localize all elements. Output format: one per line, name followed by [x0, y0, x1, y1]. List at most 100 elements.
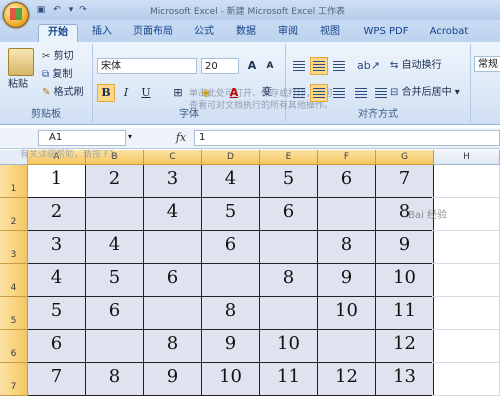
- cell-c2[interactable]: 4: [144, 198, 202, 231]
- cell-b5[interactable]: 6: [86, 297, 144, 330]
- column-header-g[interactable]: G: [376, 150, 434, 165]
- grow-font-button[interactable]: A: [243, 57, 261, 75]
- fill-color-icon[interactable]: ◈: [197, 84, 215, 102]
- decrease-indent-icon[interactable]: [352, 84, 370, 102]
- cell-g1[interactable]: 7: [376, 165, 434, 198]
- row-header-5[interactable]: 5: [0, 297, 28, 330]
- column-header-d[interactable]: D: [202, 150, 260, 165]
- cell-d1[interactable]: 4: [202, 165, 260, 198]
- italic-button[interactable]: I: [117, 84, 135, 102]
- redo-icon[interactable]: ↷: [76, 3, 90, 16]
- row-header-3[interactable]: 3: [0, 231, 28, 264]
- phonetic-button[interactable]: 变: [255, 84, 279, 102]
- formula-input[interactable]: 1: [194, 130, 500, 146]
- tab-page-layout[interactable]: 页面布局: [128, 24, 178, 42]
- tab-insert[interactable]: 插入: [86, 24, 118, 42]
- cell-b3[interactable]: 4: [86, 231, 144, 264]
- tab-view[interactable]: 视图: [314, 24, 346, 42]
- cell-e6[interactable]: 10: [260, 330, 318, 363]
- tab-wps-pdf[interactable]: WPS PDF: [360, 24, 412, 42]
- cell-h4[interactable]: [432, 264, 500, 297]
- cell-h1[interactable]: [432, 165, 500, 198]
- name-box-dropdown-icon[interactable]: ▾: [128, 132, 132, 141]
- align-top-icon[interactable]: [290, 57, 308, 75]
- shrink-font-button[interactable]: A: [261, 57, 279, 75]
- cell-a2[interactable]: 2: [28, 198, 86, 231]
- cell-g4[interactable]: 10: [376, 264, 434, 297]
- cell-h5[interactable]: [432, 297, 500, 330]
- undo-icon[interactable]: ↶: [50, 3, 64, 16]
- cell-a6[interactable]: 6: [28, 330, 86, 363]
- cell-e4[interactable]: 8: [260, 264, 318, 297]
- cell-b1[interactable]: 2: [86, 165, 144, 198]
- cell-h6[interactable]: [432, 330, 500, 363]
- tab-review[interactable]: 审阅: [272, 24, 304, 42]
- row-header-4[interactable]: 4: [0, 264, 28, 297]
- cell-g5[interactable]: 11: [376, 297, 434, 330]
- cell-c3[interactable]: [144, 231, 202, 264]
- cell-d4[interactable]: [202, 264, 260, 297]
- format-painter-button[interactable]: ✎ 格式刷: [42, 84, 84, 102]
- row-header-2[interactable]: 2: [0, 198, 28, 231]
- cell-e1[interactable]: 5: [260, 165, 318, 198]
- tab-acrobat[interactable]: Acrobat: [424, 24, 474, 42]
- copy-button[interactable]: ⧉ 复制: [42, 66, 72, 84]
- cell-d2[interactable]: 5: [202, 198, 260, 231]
- office-button[interactable]: [3, 2, 29, 28]
- cell-f7[interactable]: 12: [318, 363, 376, 396]
- cell-h3[interactable]: [432, 231, 500, 264]
- cell-e3[interactable]: [260, 231, 318, 264]
- cell-f4[interactable]: 9: [318, 264, 376, 297]
- cell-c5[interactable]: [144, 297, 202, 330]
- name-box[interactable]: A1: [38, 130, 126, 146]
- cell-c6[interactable]: 8: [144, 330, 202, 363]
- cell-f1[interactable]: 6: [318, 165, 376, 198]
- save-icon[interactable]: ▣: [34, 3, 48, 16]
- cut-button[interactable]: ✂ 剪切: [42, 48, 74, 66]
- cell-d3[interactable]: 6: [202, 231, 260, 264]
- font-name-select[interactable]: 宋体: [97, 58, 197, 74]
- row-header-1[interactable]: 1: [0, 165, 28, 198]
- cell-c1[interactable]: 3: [144, 165, 202, 198]
- cell-e7[interactable]: 11: [260, 363, 318, 396]
- align-center-icon[interactable]: [310, 84, 328, 102]
- cell-d5[interactable]: 8: [202, 297, 260, 330]
- tab-home[interactable]: 开始: [38, 24, 78, 43]
- cell-g3[interactable]: 9: [376, 231, 434, 264]
- column-header-h[interactable]: H: [434, 150, 500, 165]
- column-header-f[interactable]: F: [318, 150, 376, 165]
- orientation-icon[interactable]: ab↗: [356, 57, 380, 75]
- align-right-icon[interactable]: [330, 84, 348, 102]
- increase-indent-icon[interactable]: [372, 84, 390, 102]
- merge-center-button[interactable]: ⊟ 合并后居中 ▾: [390, 84, 460, 102]
- paste-button[interactable]: 粘贴: [8, 76, 28, 94]
- insert-function-button[interactable]: fx: [170, 130, 192, 146]
- cell-b4[interactable]: 5: [86, 264, 144, 297]
- paste-icon[interactable]: [8, 48, 34, 76]
- cell-f3[interactable]: 8: [318, 231, 376, 264]
- cell-a4[interactable]: 4: [28, 264, 86, 297]
- cell-f2[interactable]: [318, 198, 376, 231]
- align-bottom-icon[interactable]: [330, 57, 348, 75]
- cell-b2[interactable]: [86, 198, 144, 231]
- font-color-icon[interactable]: A: [225, 84, 243, 102]
- cell-b6[interactable]: [86, 330, 144, 363]
- tab-formulas[interactable]: 公式: [188, 24, 220, 42]
- cell-c7[interactable]: 9: [144, 363, 202, 396]
- cell-d7[interactable]: 10: [202, 363, 260, 396]
- cell-a3[interactable]: 3: [28, 231, 86, 264]
- tab-data[interactable]: 数据: [230, 24, 262, 42]
- cell-h7[interactable]: [432, 363, 500, 396]
- row-header-6[interactable]: 6: [0, 330, 28, 363]
- cell-d6[interactable]: 9: [202, 330, 260, 363]
- number-format-select[interactable]: 常规: [474, 56, 500, 72]
- underline-button[interactable]: U: [137, 84, 155, 102]
- cell-a5[interactable]: 5: [28, 297, 86, 330]
- align-middle-icon[interactable]: [310, 57, 328, 75]
- bold-button[interactable]: B: [97, 84, 115, 102]
- cell-g6[interactable]: 12: [376, 330, 434, 363]
- borders-icon[interactable]: ⊞: [169, 84, 187, 102]
- column-header-e[interactable]: E: [260, 150, 318, 165]
- cell-a7[interactable]: 7: [28, 363, 86, 396]
- wrap-text-button[interactable]: ⇆ 自动换行: [390, 57, 442, 75]
